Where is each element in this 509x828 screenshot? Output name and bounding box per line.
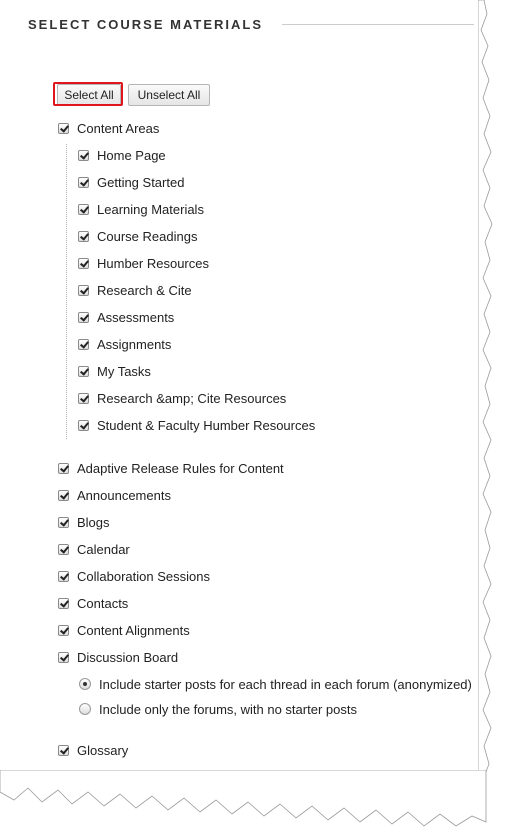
- option-label: Content Alignments: [77, 622, 190, 638]
- option-label: Learning Materials: [97, 201, 204, 217]
- section-heading: SELECT COURSE MATERIALS: [28, 17, 263, 32]
- option-label: Announcements: [77, 487, 171, 503]
- option-content-alignments[interactable]: Content Alignments: [58, 622, 190, 638]
- option-assessments[interactable]: Assessments: [78, 309, 174, 325]
- option-label: Glossary: [77, 742, 129, 758]
- radio-forums-only[interactable]: Include only the forums, with no starter…: [79, 701, 357, 717]
- option-label: Assessments: [97, 309, 175, 325]
- option-adaptive-release[interactable]: Adaptive Release Rules for Content: [58, 460, 284, 476]
- option-calendar[interactable]: Calendar: [58, 541, 130, 557]
- option-blogs[interactable]: Blogs: [58, 514, 110, 530]
- checkbox-checked-icon[interactable]: [78, 176, 89, 188]
- tree-connector: [66, 144, 67, 439]
- checkbox-checked-icon[interactable]: [78, 203, 89, 215]
- checkbox-checked-icon[interactable]: [78, 419, 89, 431]
- select-all-highlight: [53, 82, 123, 106]
- option-label: Research & Cite: [97, 282, 192, 298]
- option-discussion-board[interactable]: Discussion Board: [58, 649, 178, 665]
- option-content-areas[interactable]: Content Areas: [58, 120, 159, 136]
- checkbox-checked-icon[interactable]: [78, 392, 89, 404]
- option-home-page[interactable]: Home Page: [78, 147, 166, 163]
- checkbox-checked-icon[interactable]: [78, 338, 89, 350]
- torn-edge-bottom: [0, 770, 487, 827]
- radio-label: Include only the forums, with no starter…: [99, 701, 357, 717]
- checkbox-checked-icon[interactable]: [58, 744, 69, 756]
- option-collaboration-sessions[interactable]: Collaboration Sessions: [58, 568, 210, 584]
- option-label: Contacts: [77, 595, 129, 611]
- radio-label: Include starter posts for each thread in…: [99, 676, 472, 692]
- checkbox-checked-icon[interactable]: [58, 597, 69, 609]
- course-copy-panel: SELECT COURSE MATERIALS Select All Unsel…: [0, 0, 486, 800]
- checkbox-checked-icon[interactable]: [58, 462, 69, 474]
- option-label: Discussion Board: [77, 649, 179, 665]
- option-research-cite-resources[interactable]: Research &amp; Cite Resources: [78, 390, 286, 406]
- option-label: Student & Faculty Humber Resources: [97, 417, 316, 433]
- option-label: Course Readings: [97, 228, 198, 244]
- checkbox-checked-icon[interactable]: [58, 516, 69, 528]
- option-label: Collaboration Sessions: [77, 568, 210, 584]
- option-assignments[interactable]: Assignments: [78, 336, 171, 352]
- option-label: Getting Started: [97, 174, 185, 190]
- option-label: Blogs: [77, 514, 110, 530]
- checkbox-checked-icon[interactable]: [78, 149, 89, 161]
- option-my-tasks[interactable]: My Tasks: [78, 363, 151, 379]
- option-contacts[interactable]: Contacts: [58, 595, 128, 611]
- heading-divider: [282, 24, 474, 25]
- option-learning-materials[interactable]: Learning Materials: [78, 201, 204, 217]
- option-student-faculty-resources[interactable]: Student & Faculty Humber Resources: [78, 417, 315, 433]
- option-label: Research &amp; Cite Resources: [97, 390, 287, 406]
- option-label: Adaptive Release Rules for Content: [77, 460, 284, 476]
- checkbox-checked-icon[interactable]: [58, 122, 69, 134]
- checkbox-checked-icon[interactable]: [78, 257, 89, 269]
- radio-unselected-icon[interactable]: [79, 703, 91, 715]
- option-label: Calendar: [77, 541, 130, 557]
- checkbox-checked-icon[interactable]: [78, 365, 89, 377]
- checkbox-checked-icon[interactable]: [58, 624, 69, 636]
- checkbox-checked-icon[interactable]: [78, 284, 89, 296]
- checkbox-checked-icon[interactable]: [58, 570, 69, 582]
- torn-edge-right: [478, 0, 493, 791]
- option-humber-resources[interactable]: Humber Resources: [78, 255, 209, 271]
- option-glossary[interactable]: Glossary: [58, 742, 128, 758]
- unselect-all-button[interactable]: Unselect All: [128, 84, 210, 106]
- option-label: Home Page: [97, 147, 166, 163]
- checkbox-checked-icon[interactable]: [58, 489, 69, 501]
- checkbox-checked-icon[interactable]: [58, 651, 69, 663]
- option-research-cite[interactable]: Research & Cite: [78, 282, 192, 298]
- option-course-readings[interactable]: Course Readings: [78, 228, 197, 244]
- option-label: My Tasks: [97, 363, 151, 379]
- option-getting-started[interactable]: Getting Started: [78, 174, 184, 190]
- radio-include-starter-posts[interactable]: Include starter posts for each thread in…: [79, 676, 472, 692]
- checkbox-checked-icon[interactable]: [58, 543, 69, 555]
- option-label: Content Areas: [77, 120, 160, 136]
- option-announcements[interactable]: Announcements: [58, 487, 171, 503]
- option-label: Assignments: [97, 336, 172, 352]
- checkbox-checked-icon[interactable]: [78, 311, 89, 323]
- checkbox-checked-icon[interactable]: [78, 230, 89, 242]
- radio-selected-icon[interactable]: [79, 678, 91, 690]
- option-label: Humber Resources: [97, 255, 209, 271]
